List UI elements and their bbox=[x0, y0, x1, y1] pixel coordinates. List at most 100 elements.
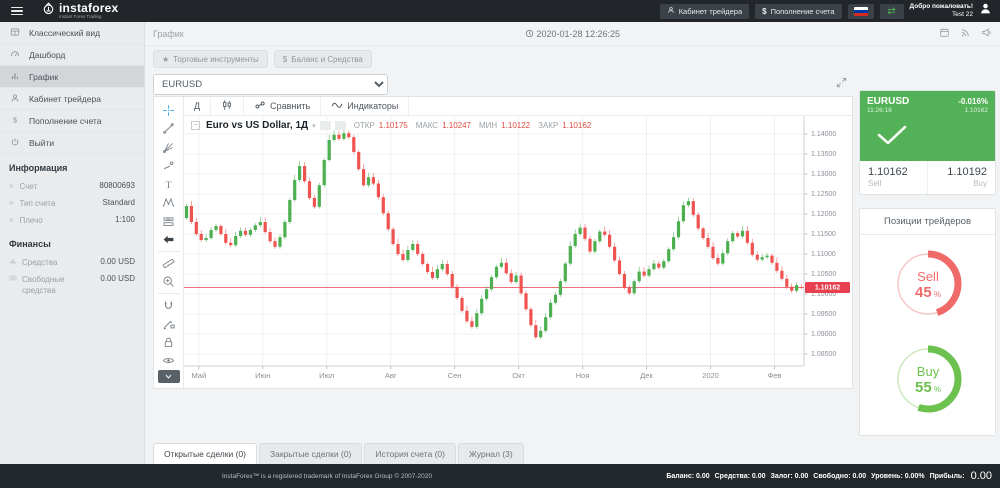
finance-section-title: Финансы bbox=[0, 230, 144, 254]
close-value: 1.10162 bbox=[562, 121, 591, 130]
sidebar-item-classic-view[interactable]: Классический вид bbox=[0, 22, 144, 44]
balance-funds-button[interactable]: $ Баланс и Средства bbox=[274, 50, 372, 68]
quote-time: 11:26:16 bbox=[867, 107, 892, 114]
rss-icon[interactable] bbox=[960, 25, 971, 43]
legend-collapse-icon[interactable]: − bbox=[191, 121, 200, 130]
svg-text:Окт: Окт bbox=[512, 371, 525, 380]
forecast-tool[interactable] bbox=[158, 212, 180, 231]
sidebar-item-label: Пополнение счета bbox=[29, 116, 101, 126]
svg-text:Sell: Sell bbox=[917, 269, 939, 284]
cursor-arrow-tool[interactable] bbox=[158, 231, 180, 250]
lock-all-tool[interactable] bbox=[158, 333, 180, 352]
crosshair-tool[interactable] bbox=[158, 101, 180, 120]
gann-fibonacci-tool[interactable] bbox=[158, 138, 180, 157]
sidebar-item-dashboard[interactable]: Дашборд bbox=[0, 44, 144, 66]
svg-text:1.13000: 1.13000 bbox=[811, 171, 836, 178]
profit-value: 0.00 bbox=[971, 470, 992, 482]
calendar-icon[interactable] bbox=[939, 25, 950, 43]
collapse-toolbar-button[interactable] bbox=[158, 370, 180, 383]
chevrons-icon: » bbox=[9, 181, 13, 190]
ruler-tool[interactable] bbox=[158, 251, 180, 273]
russia-flag-icon bbox=[854, 7, 868, 16]
svg-text:1.10162: 1.10162 bbox=[815, 284, 840, 291]
tab-0[interactable]: Открытые сделки (0) bbox=[153, 443, 257, 464]
sidebar-item-chart-bars[interactable]: График bbox=[0, 66, 144, 88]
sell-quote[interactable]: 1.10162 Sell bbox=[860, 161, 928, 194]
symbol-select[interactable]: EURUSD bbox=[153, 74, 388, 95]
megaphone-icon[interactable] bbox=[981, 25, 992, 43]
trader-cabinet-button[interactable]: Кабинет трейдера bbox=[660, 4, 749, 19]
svg-text:Фев: Фев bbox=[768, 371, 782, 380]
chevrons-icon: » bbox=[9, 215, 13, 224]
svg-text:1.12500: 1.12500 bbox=[811, 191, 836, 198]
candlestick-chart[interactable]: − Euro vs US Dollar, 1Д ▾ ОТКР1.10175 МА… bbox=[184, 116, 852, 388]
svg-text:T: T bbox=[166, 180, 172, 191]
sidebar-item-power[interactable]: Выйти bbox=[0, 132, 144, 154]
magnet-tool[interactable] bbox=[158, 293, 180, 315]
svg-text:Май: Май bbox=[191, 371, 206, 380]
svg-text:55 %: 55 % bbox=[914, 379, 940, 396]
language-flag-button[interactable] bbox=[848, 4, 874, 19]
welcome-text: Добро пожаловать! Test 22 bbox=[910, 3, 973, 19]
tab-1[interactable]: Закрытые сделки (0) bbox=[259, 443, 362, 464]
compare-button[interactable]: Сравнить bbox=[244, 97, 321, 115]
chart-plot: 1.085001.090001.095001.100001.105001.110… bbox=[184, 116, 852, 383]
chevron-down-icon[interactable]: ▾ bbox=[312, 122, 316, 130]
buy-positions-donut[interactable]: Buy55 % bbox=[887, 338, 969, 425]
info-row: »Счет80800693 bbox=[0, 178, 144, 195]
svg-text:1.11500: 1.11500 bbox=[811, 231, 836, 238]
chart-toolbar: Д Сравнить Индикаторы bbox=[184, 97, 852, 116]
footer: InstaForex™ is a registered trademark of… bbox=[0, 464, 1000, 488]
hide-drawings-tool[interactable] bbox=[158, 352, 180, 371]
svg-text:1.14000: 1.14000 bbox=[811, 131, 836, 138]
deposit-button[interactable]: $ Пополнение счета bbox=[755, 4, 841, 19]
logo-tagline: Instant Forex Trading bbox=[59, 15, 118, 20]
trading-instruments-button[interactable]: ★ Торговые инструменты bbox=[153, 50, 268, 68]
swap-accounts-icon[interactable]: ⇄ bbox=[880, 4, 904, 19]
svg-text:Дек: Дек bbox=[640, 371, 653, 380]
svg-text:1.09500: 1.09500 bbox=[811, 311, 836, 318]
svg-text:Ноя: Ноя bbox=[576, 371, 590, 380]
hamburger-menu-icon[interactable] bbox=[0, 0, 34, 22]
legend-action-icon[interactable] bbox=[335, 121, 346, 130]
chart-style-button[interactable] bbox=[211, 97, 244, 115]
deals-tabs: Открытые сделки (0)Закрытые сделки (0)Ис… bbox=[153, 443, 853, 464]
sidebar-item-label: Дашборд bbox=[29, 50, 65, 60]
check-icon bbox=[867, 114, 988, 157]
svg-text:Buy: Buy bbox=[916, 364, 939, 379]
avatar-icon[interactable] bbox=[979, 2, 992, 20]
wave-icon bbox=[331, 99, 343, 113]
sell-positions-donut[interactable]: Sell45 % bbox=[887, 243, 969, 330]
sidebar-item-person[interactable]: Кабинет трейдера bbox=[0, 88, 144, 110]
instaforex-logo[interactable]: instaforex Instant Forex Trading bbox=[42, 2, 118, 20]
high-value: 1.10247 bbox=[442, 121, 471, 130]
quote-symbol: EURUSD bbox=[867, 96, 909, 107]
indicators-button[interactable]: Индикаторы bbox=[321, 97, 409, 115]
zoom-in-tool[interactable] bbox=[158, 273, 180, 292]
tab-2[interactable]: История счета (0) bbox=[364, 443, 456, 464]
sidebar-item-label: Выйти bbox=[29, 138, 54, 148]
trend-line-tool[interactable] bbox=[158, 120, 180, 139]
brush-tool[interactable] bbox=[158, 157, 180, 176]
finance-row: Средства0.00 USD bbox=[0, 254, 144, 271]
buy-quote[interactable]: 1.10192 Buy bbox=[928, 161, 995, 194]
fullscreen-icon[interactable] bbox=[836, 75, 847, 93]
xabcd-pattern-tool[interactable] bbox=[158, 194, 180, 213]
interval-button[interactable]: Д bbox=[184, 97, 211, 115]
candles-icon bbox=[221, 99, 233, 113]
svg-text:1.13500: 1.13500 bbox=[811, 151, 836, 158]
drawing-pencil-lock-tool[interactable] bbox=[158, 315, 180, 334]
person-icon bbox=[667, 6, 675, 16]
account-stats: Баланс: 0.00Средства: 0.00Залог: 0.00Сво… bbox=[666, 470, 992, 482]
chart-card: T Д Сравнить bbox=[153, 96, 853, 389]
legend-action-icon[interactable] bbox=[320, 121, 331, 130]
tab-3[interactable]: Журнал (3) bbox=[458, 443, 524, 464]
dashboard-icon bbox=[9, 49, 20, 61]
svg-text:$: $ bbox=[13, 117, 17, 124]
compare-icon bbox=[254, 99, 266, 113]
sidebar-item-dollar[interactable]: $ Пополнение счета bbox=[0, 110, 144, 132]
svg-text:Авг: Авг bbox=[385, 371, 397, 380]
classic-view-icon bbox=[9, 27, 20, 39]
svg-text:1.08500: 1.08500 bbox=[811, 351, 836, 358]
text-tool-tool[interactable]: T bbox=[158, 175, 180, 194]
